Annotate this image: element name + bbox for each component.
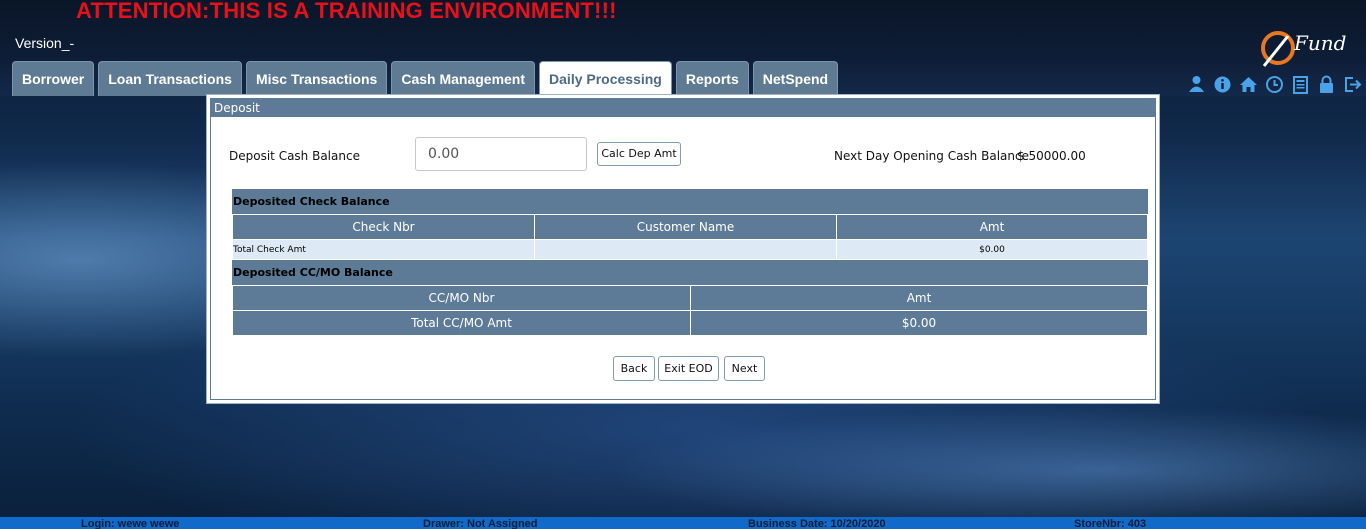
tab-borrower[interactable]: Borrower [12, 61, 95, 96]
column-ccmo-amt: Amt [690, 285, 1148, 311]
training-warning: ATTENTION:THIS IS A TRAINING ENVIRONMENT… [76, 0, 617, 23]
total-check-value: $0.00 [836, 239, 1148, 260]
status-drawer: Drawer: Not Assigned [423, 518, 538, 529]
info-icon[interactable] [1212, 74, 1233, 95]
clock-icon[interactable] [1264, 74, 1285, 95]
table-row: Total CC/MO Amt $0.00 [232, 310, 1148, 336]
column-amt: Amt [836, 214, 1148, 240]
total-ccmo-value: $0.00 [690, 310, 1148, 336]
deposit-title: Deposit [211, 99, 1155, 117]
deposit-cash-balance-label: Deposit Cash Balance [229, 149, 360, 163]
status-store: StoreNbr: 403 [1074, 518, 1147, 529]
deposit-panel: Deposit Deposit Cash Balance 0.00 Calc D… [206, 94, 1160, 404]
column-ccmo-nbr: CC/MO Nbr [232, 285, 691, 311]
tab-loan-transactions[interactable]: Loan Transactions [98, 61, 242, 96]
deposit-cash-balance-input[interactable]: 0.00 [415, 137, 587, 171]
tab-cash-management[interactable]: Cash Management [391, 61, 536, 96]
ccmo-table: CC/MO Nbr Amt Total CC/MO Amt $0.00 [232, 285, 1148, 336]
total-check-blank [534, 239, 837, 260]
logo-text: Fund [1293, 31, 1346, 55]
qfund-logo: Fund [1258, 28, 1362, 70]
home-icon[interactable] [1238, 74, 1259, 95]
status-login: Login: wewe wewe [81, 518, 180, 529]
tab-netspend[interactable]: NetSpend [752, 61, 839, 96]
calc-dep-amt-button[interactable]: Calc Dep Amt [597, 142, 681, 166]
deposited-ccmo-heading: Deposited CC/MO Balance [232, 260, 1148, 285]
tab-reports[interactable]: Reports [675, 61, 749, 96]
table-row: Total Check Amt $0.00 [232, 239, 1148, 260]
total-ccmo-label: Total CC/MO Amt [232, 310, 691, 336]
status-business-date: Business Date: 10/20/2020 [748, 518, 886, 529]
deposit-panel-inner: Deposit Deposit Cash Balance 0.00 Calc D… [210, 98, 1156, 400]
next-day-opening-value: $ 50000.00 [1017, 149, 1086, 163]
check-table: Check Nbr Customer Name Amt Total Check … [232, 214, 1148, 260]
deposited-check-heading: Deposited Check Balance [232, 189, 1148, 214]
exit-eod-button[interactable]: Exit EOD [658, 356, 719, 381]
user-icon[interactable] [1186, 74, 1207, 95]
total-check-label: Total Check Amt [232, 239, 535, 260]
tab-misc-transactions[interactable]: Misc Transactions [245, 61, 388, 96]
status-bar: Login: wewe wewe Drawer: Not Assigned Bu… [0, 517, 1366, 529]
tab-daily-processing[interactable]: Daily Processing [539, 61, 672, 96]
column-customer-name: Customer Name [534, 214, 837, 240]
back-button[interactable]: Back [613, 356, 655, 381]
lock-icon[interactable] [1316, 74, 1337, 95]
logout-icon[interactable] [1342, 74, 1363, 95]
main-tabs: Borrower Loan Transactions Misc Transact… [12, 61, 839, 96]
column-check-nbr: Check Nbr [232, 214, 535, 240]
next-day-opening-label: Next Day Opening Cash Balance [834, 149, 1029, 163]
version-label: Version_- [15, 35, 75, 51]
next-button[interactable]: Next [724, 356, 765, 381]
toolbar-icons [1186, 74, 1363, 95]
calculator-icon[interactable] [1290, 74, 1311, 95]
